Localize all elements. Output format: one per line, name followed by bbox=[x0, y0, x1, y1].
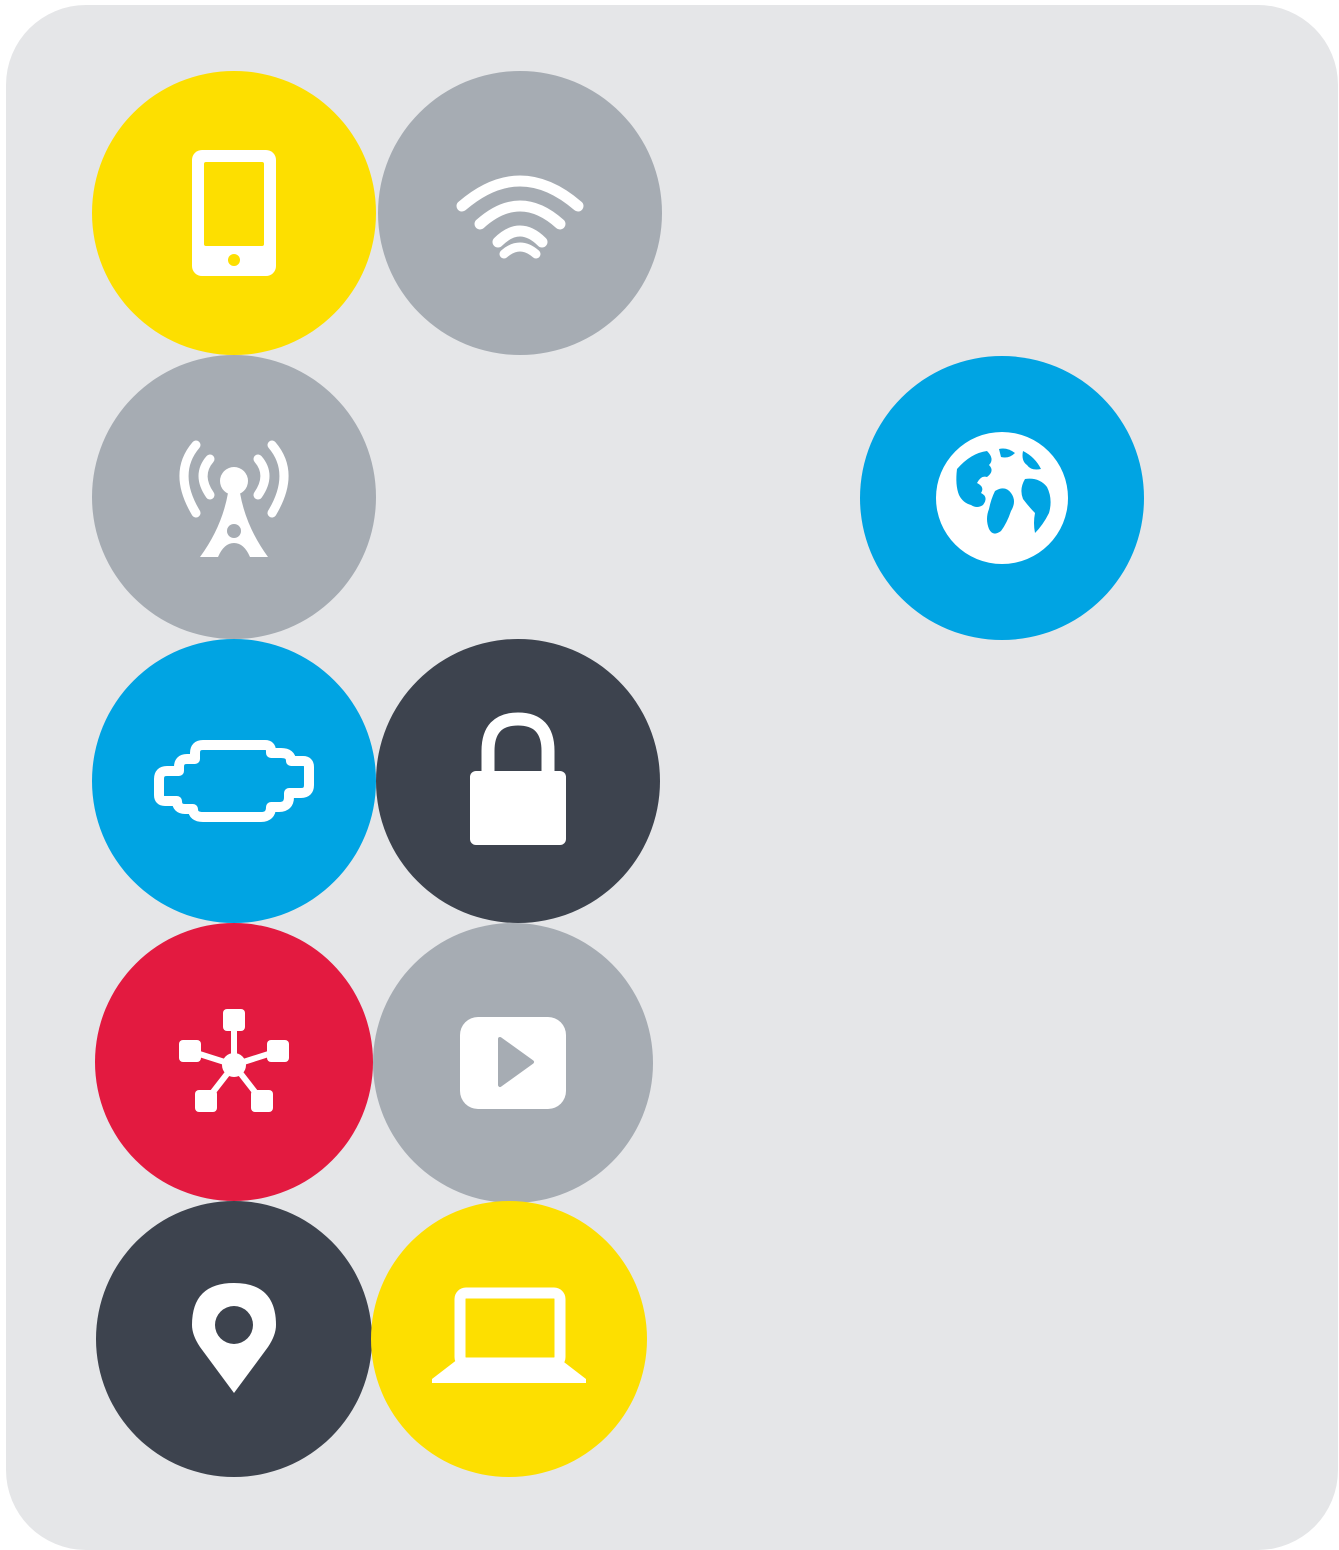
laptop-icon bbox=[432, 1287, 586, 1383]
icon-panel bbox=[6, 5, 1338, 1550]
smartphone-tile[interactable] bbox=[92, 71, 376, 355]
location-pin-tile[interactable] bbox=[96, 1201, 372, 1477]
network-hub-tile[interactable] bbox=[95, 923, 373, 1201]
radio-tower-icon bbox=[179, 440, 289, 557]
globe-tile[interactable] bbox=[860, 356, 1144, 640]
globe-icon bbox=[936, 432, 1068, 564]
smartphone-icon bbox=[192, 150, 276, 276]
engine-icon bbox=[154, 740, 314, 822]
video-play-icon bbox=[460, 1017, 566, 1109]
wifi-icon bbox=[456, 175, 584, 259]
radio-tower-tile[interactable] bbox=[92, 355, 376, 639]
video-play-tile[interactable] bbox=[373, 923, 653, 1203]
lock-tile[interactable] bbox=[376, 639, 660, 923]
lock-icon bbox=[470, 712, 566, 845]
location-pin-icon bbox=[192, 1283, 276, 1393]
network-hub-icon bbox=[179, 1009, 289, 1112]
laptop-tile[interactable] bbox=[371, 1201, 647, 1477]
engine-tile[interactable] bbox=[92, 639, 376, 923]
wifi-tile[interactable] bbox=[378, 71, 662, 355]
